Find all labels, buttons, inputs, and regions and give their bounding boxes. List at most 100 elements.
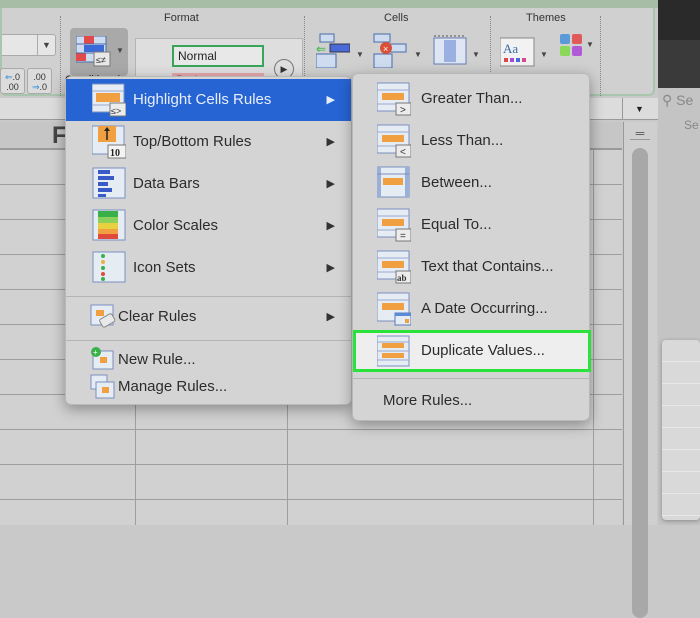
theme-colors-icon[interactable] (560, 34, 584, 58)
style-normal[interactable]: Normal (172, 45, 264, 67)
title-bar (0, 0, 658, 8)
less-than-icon: < (377, 124, 411, 158)
menu-item-icon-sets[interactable]: Icon Sets ▶ (66, 247, 351, 289)
group-title-format: Format (164, 12, 199, 24)
menu-item-label: Highlight Cells Rules (133, 91, 272, 108)
menu-item-duplicate-values[interactable]: Duplicate Values... (353, 330, 591, 372)
menu-item-label: Between... (421, 174, 492, 191)
chevron-down-icon[interactable]: ▼ (472, 50, 480, 59)
menu-item-clear-rules[interactable]: Clear Rules ▶ (66, 302, 351, 334)
menu-item-new-rule[interactable]: + New Rule... (66, 345, 351, 373)
vertical-scrollbar[interactable]: ═ (623, 122, 657, 618)
duplicate-values-icon (377, 335, 410, 367)
divider (60, 16, 61, 96)
menu-item-manage-rules[interactable]: Manage Rules... (66, 372, 351, 400)
increase-decimal-button[interactable]: ⇐.0.00 (0, 68, 25, 94)
menu-item-text-that-contains[interactable]: ab Text that Contains... (353, 246, 589, 288)
menu-item-greater-than[interactable]: > Greater Than... (353, 78, 589, 120)
menu-separator (66, 340, 351, 341)
insert-cells-icon[interactable]: ⇐ (316, 32, 350, 68)
chevron-right-icon: ▶ (326, 311, 335, 323)
between-icon (377, 166, 410, 198)
svg-text:+: + (93, 348, 98, 357)
conditional-formatting-button[interactable]: ≤≠ ▼ (70, 28, 128, 76)
menu-item-label: Equal To... (421, 216, 492, 233)
menu-separator (353, 378, 589, 379)
equal-to-icon: = (377, 208, 411, 242)
chevron-right-icon: ▶ (326, 94, 335, 106)
menu-item-label: Text that Contains... (421, 258, 554, 275)
clear-rules-icon (90, 304, 116, 328)
chevron-right-icon: ▶ (326, 178, 335, 190)
chevron-down-icon[interactable]: ▼ (540, 50, 548, 59)
scrollbar-thumb[interactable] (632, 148, 648, 618)
dark-toolbar (658, 40, 700, 88)
text-contains-icon: ab (377, 250, 411, 284)
menu-item-label: New Rule... (118, 351, 196, 368)
split-handle-icon[interactable]: ═ (630, 126, 650, 140)
menu-item-highlight-cells-rules[interactable]: ≤> Highlight Cells Rules ▶ (66, 79, 351, 121)
menu-item-color-scales[interactable]: Color Scales ▶ (66, 205, 351, 247)
chevron-down-icon[interactable]: ▼ (356, 50, 364, 59)
menu-item-label: Less Than... (421, 132, 504, 149)
chevron-down-icon: ▼ (116, 46, 124, 55)
chevron-down-icon[interactable]: ▼ (37, 35, 55, 55)
svg-text:≤≠: ≤≠ (96, 55, 106, 65)
chevron-down-icon[interactable]: ▼ (622, 98, 656, 120)
icon-sets-icon (92, 251, 126, 283)
data-bars-icon (92, 167, 126, 199)
menu-item-top-bottom-rules[interactable]: 10 Top/Bottom Rules ▶ (66, 121, 351, 163)
number-format-select[interactable]: ▼ (2, 34, 56, 56)
menu-item-label: Color Scales (133, 217, 219, 234)
chevron-right-icon: ▶ (326, 262, 335, 274)
menu-item-label: Data Bars (133, 175, 200, 192)
menu-item-more-rules[interactable]: More Rules... (353, 380, 589, 420)
delete-cells-icon[interactable]: × (372, 32, 408, 68)
chevron-down-icon[interactable]: ▼ (586, 40, 594, 49)
svg-text:×: × (383, 44, 388, 54)
menu-item-label: Clear Rules (118, 308, 197, 325)
background-window: ⚲ Se Se (658, 0, 700, 525)
menu-item-between[interactable]: Between... (353, 162, 589, 204)
format-cells-icon[interactable] (432, 34, 468, 68)
highlight-cells-rules-submenu: > Greater Than... < Less Than... Between… (352, 73, 591, 421)
top-bottom-icon: 10 (92, 125, 126, 159)
highlight-cells-icon: ≤> (92, 83, 126, 117)
svg-text:⇐: ⇐ (316, 42, 326, 56)
new-rule-icon: + (91, 347, 114, 370)
group-title-cells: Cells (384, 12, 409, 24)
menu-item-label: Manage Rules... (118, 378, 228, 395)
date-occurring-icon (377, 292, 411, 326)
color-scales-icon (92, 209, 126, 241)
themes-icon[interactable]: Aa (500, 36, 536, 68)
menu-item-label: Duplicate Values... (421, 342, 545, 359)
svg-text:<: < (400, 147, 406, 158)
chevron-down-icon[interactable]: ▼ (414, 50, 422, 59)
menu-item-data-bars[interactable]: Data Bars ▶ (66, 163, 351, 205)
menu-item-a-date-occurring[interactable]: A Date Occurring... (353, 288, 589, 330)
divider (600, 16, 601, 96)
chevron-right-icon: ▶ (326, 220, 335, 232)
svg-text:≤>: ≤> (111, 106, 121, 116)
svg-text:=: = (400, 231, 406, 242)
group-title-themes: Themes (526, 12, 566, 24)
manage-rules-icon (90, 374, 115, 399)
svg-text:Aa: Aa (503, 41, 518, 56)
conditional-formatting-menu: ≤> Highlight Cells Rules ▶ 10 Top/Bottom… (65, 76, 352, 405)
menu-item-label: Greater Than... (421, 90, 523, 107)
search-placeholder: Se (676, 92, 694, 108)
svg-text:ab: ab (397, 273, 407, 283)
menu-item-label: More Rules... (383, 392, 473, 409)
menu-item-equal-to[interactable]: = Equal To... (353, 204, 589, 246)
svg-text:10: 10 (110, 148, 120, 159)
dark-titlebar (658, 0, 700, 40)
menu-separator (66, 296, 351, 297)
search-field[interactable]: ⚲ Se (662, 92, 693, 109)
decrease-decimal-button[interactable]: .00 ⇒.0 (27, 68, 52, 94)
panel-label: Se (684, 118, 699, 132)
menu-item-less-than[interactable]: < Less Than... (353, 120, 589, 162)
greater-than-icon: > (377, 82, 411, 116)
grid-line (593, 150, 594, 525)
svg-text:>: > (400, 105, 406, 116)
menu-item-label: Icon Sets (133, 259, 196, 276)
